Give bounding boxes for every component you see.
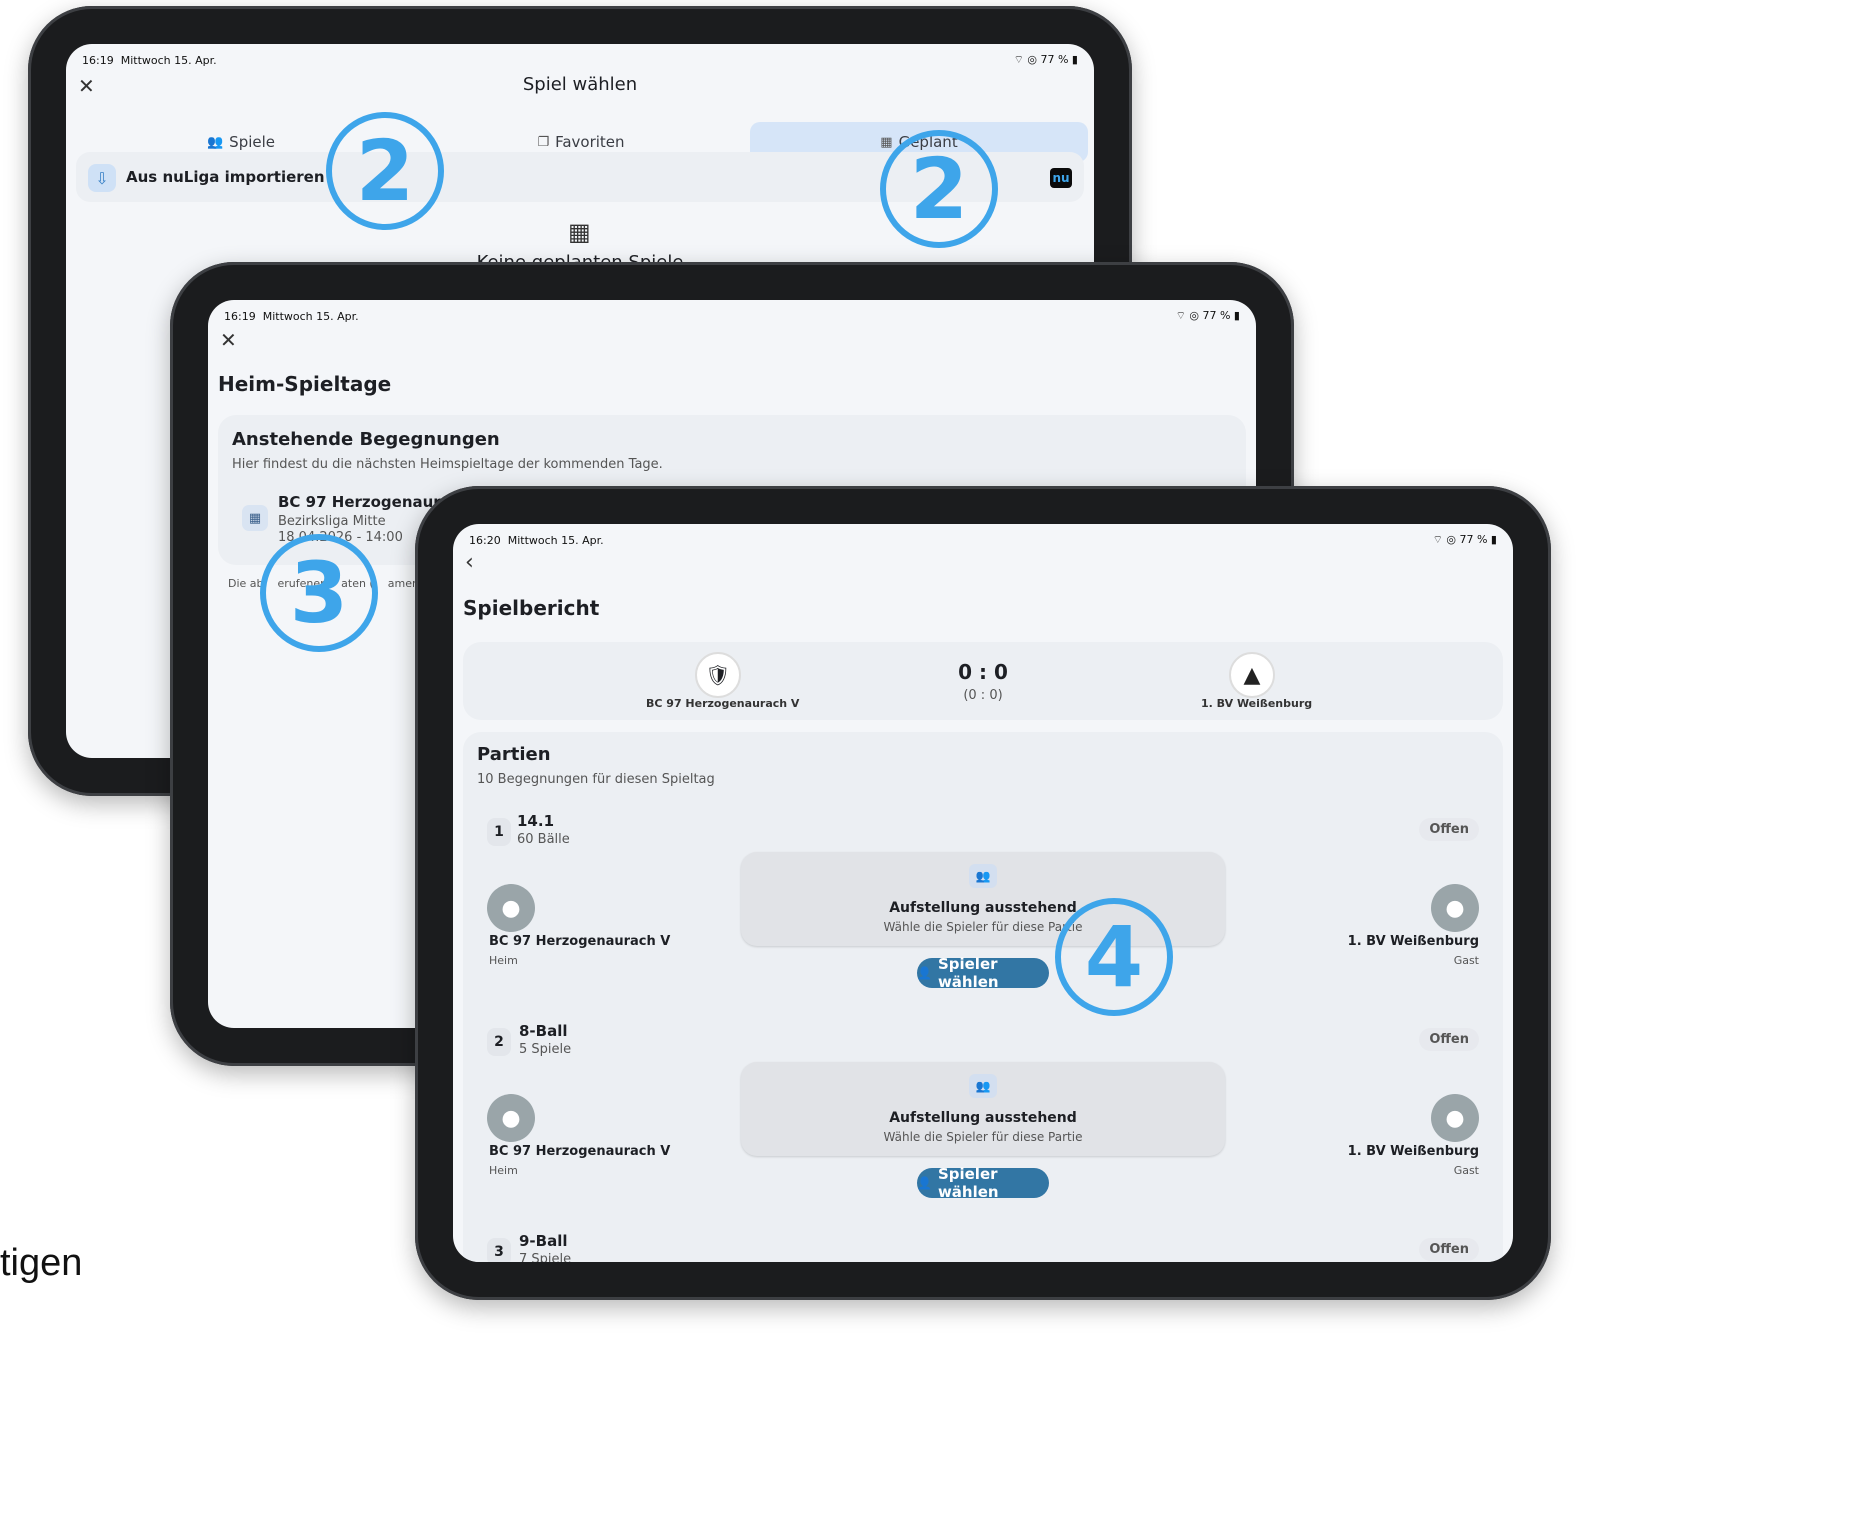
away-role: Gast [1453,1164,1479,1177]
home-player-avatar[interactable]: ● [487,1094,535,1142]
home-role: Heim [489,1164,518,1177]
match-detail: 60 Bälle [517,832,570,847]
page-title: Spiel wählen [522,74,638,95]
home-logo: 🛡 [695,652,741,698]
status-date: Mittwoch 15. Apr. [507,533,604,547]
status-bar: 16:19 Mittwoch 15. Apr. ⌔ ◎ 77 % ▮ [208,300,1256,332]
away-player-avatar[interactable]: ● [1431,1094,1479,1142]
button-label: Spieler wählen [937,1165,999,1201]
user-icon: 👤 [917,966,932,980]
match-name: 14.1 [517,812,555,830]
card-subtitle: Hier findest du die nächsten Heimspielta… [232,457,663,472]
nuliga-logo: nu [1050,168,1072,188]
home-team-label: BC 97 Herzogenaurach V [489,934,671,949]
partien-card: Partien 10 Begegnungen für diesen Spielt… [463,732,1503,1262]
status-icons: ⌔ ◎ 77 % ▮ [1432,533,1497,546]
page-title: Heim-Spieltage [218,372,392,396]
home-player-avatar[interactable]: ● [487,884,535,932]
away-player-avatar[interactable]: ● [1431,884,1479,932]
scoreboard-card: 🛡 BC 97 Herzogenaurach V 0 : 0 (0 : 0) ▲… [463,642,1503,720]
calendar-empty-icon: ▦ [568,218,591,246]
screen-spielbericht: 16:20 Mittwoch 15. Apr. ⌔ ◎ 77 % ▮ ‹ Spi… [453,524,1513,1262]
status-date: Mittwoch 15. Apr. [120,53,217,67]
team-icon: 👥 [969,864,997,888]
calendar-icon: ▦ [880,134,893,150]
calendar-icon: ▦ [242,505,268,531]
away-team-label: 1. BV Weißenburg [1347,934,1479,949]
status-time: 16:19 [82,53,114,67]
status-date: Mittwoch 15. Apr. [262,309,359,323]
status-time: 16:20 [469,533,501,547]
section-subtitle: 10 Begegnungen für diesen Spieltag [477,772,715,787]
score-halftime: (0 : 0) [963,688,1003,703]
status-bar: 16:19 Mittwoch 15. Apr. ⌔ ◎ 77 % ▮ [66,44,1094,76]
away-role: Gast [1453,954,1479,967]
status-icons: ⌔ ◎ 77 % ▮ [1175,309,1240,322]
callout-3-heim: 3 [260,534,378,652]
choose-players-button[interactable]: 👤 Spieler wählen [917,1165,1049,1201]
page-title: Spielbericht [463,596,600,620]
away-logo: ▲ [1229,652,1275,698]
match-league: Bezirksliga Mitte [278,514,386,529]
score: 0 : 0 [958,660,1008,684]
pending-subtitle: Wähle die Spieler für diese Partie [883,1130,1083,1144]
tablet-spielbericht: 16:20 Mittwoch 15. Apr. ⌔ ◎ 77 % ▮ ‹ Spi… [415,486,1551,1300]
import-label: Aus nuLiga importieren [126,168,325,186]
home-role: Heim [489,954,518,967]
status-bar: 16:20 Mittwoch 15. Apr. ⌔ ◎ 77 % ▮ [453,524,1513,556]
match-name: 8-Ball [519,1022,568,1040]
download-icon: ⇩ [88,164,116,192]
lineup-pending-box: 👥 Aufstellung ausstehend Wähle die Spiel… [741,1062,1225,1156]
match-detail: 5 Spiele [519,1042,572,1057]
edge-text: tigen [0,1242,83,1284]
user-icon: 👤 [917,1176,932,1190]
match-number: 3 [487,1238,511,1262]
users-icon: 👥 [206,134,224,150]
copy-icon: ❐ [537,134,550,150]
status-badge: Offen [1419,1028,1479,1051]
match-name: 9-Ball [519,1232,568,1250]
callout-4-spieler: 4 [1055,898,1173,1016]
section-title: Partien [477,744,551,765]
status-icons: ⌔ ◎ 77 % ▮ [1013,53,1078,66]
status-time: 16:19 [224,309,256,323]
back-icon[interactable]: ‹ [465,550,474,575]
close-icon[interactable]: ✕ [220,328,237,352]
tab-label: Spiele [229,133,276,151]
match-detail: 7 Spiele [519,1252,572,1262]
away-team-label: 1. BV Weißenburg [1347,1144,1479,1159]
away-team-name: 1. BV Weißenburg [1201,697,1313,710]
pending-title: Aufstellung ausstehend [889,1110,1077,1126]
team-icon: 👥 [969,1074,997,1098]
home-team-label: BC 97 Herzogenaurach V [489,1144,671,1159]
callout-2-import: 2 [326,112,444,230]
match-number: 2 [487,1028,511,1056]
tab-label: Favoriten [555,133,625,151]
callout-2-geplant: 2 [880,130,998,248]
home-team-name: BC 97 Herzogenaurach V [646,697,800,710]
status-badge: Offen [1419,1238,1479,1261]
button-label: Spieler wählen [937,955,999,991]
status-badge: Offen [1419,818,1479,841]
match-number: 1 [487,818,511,846]
choose-players-button[interactable]: 👤 Spieler wählen [917,955,1049,991]
card-title: Anstehende Begegnungen [232,429,500,450]
footer-part: Die ab [228,577,264,590]
